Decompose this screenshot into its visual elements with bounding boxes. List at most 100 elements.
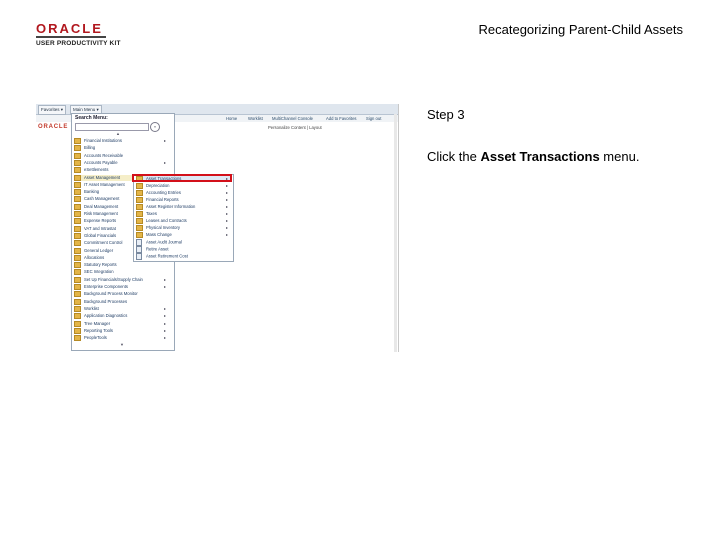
- search-menu-input[interactable]: [75, 123, 149, 131]
- menu-item-label: Financial Institutions: [84, 138, 122, 144]
- menu-item-label: Statutory Reports: [84, 262, 117, 268]
- asset-management-submenu: Asset Transactions ▸ Depreciation ▸ Accounti…: [133, 174, 234, 262]
- submenu-item[interactable]: Depreciation ▸: [136, 183, 231, 189]
- menu-item[interactable]: PeopleTools ▸: [74, 335, 170, 342]
- menu-item-label: Allocations: [84, 254, 105, 260]
- menu-item[interactable]: Worklist ▸: [74, 305, 170, 312]
- submenu-item[interactable]: Asset Retirement Cost: [136, 253, 231, 260]
- menu-item[interactable]: Billing: [74, 145, 170, 152]
- folder-icon: [136, 225, 143, 231]
- menu-item-label: Background Processes: [84, 298, 128, 304]
- folder-icon: [136, 190, 143, 196]
- menu-item[interactable]: Set Up Financials/Supply Chain ▸: [74, 276, 170, 283]
- scroll-down-icon[interactable]: ▼: [120, 342, 124, 347]
- submenu-item-label: Accounting Entries: [146, 190, 181, 196]
- personalize-links[interactable]: Personalize Content | Layout: [268, 125, 322, 130]
- folder-icon: [136, 232, 143, 238]
- app-oracle-logo: ORACLE: [38, 124, 69, 130]
- chevron-right-icon: ▸: [225, 197, 228, 202]
- step-instruction: Click the Asset Transactions menu.: [427, 149, 639, 164]
- folder-icon: [74, 276, 81, 283]
- menu-item-label: Application Diagnostics: [84, 313, 128, 319]
- menu-item[interactable]: Tree Manager ▸: [74, 320, 170, 327]
- sign-out-link[interactable]: Sign out: [366, 115, 381, 122]
- menu-item[interactable]: Accounts Receivable: [74, 152, 170, 159]
- folder-icon: [74, 313, 81, 320]
- menu-item-label: Background Process Monitor: [84, 291, 138, 297]
- folder-icon: [74, 174, 81, 181]
- logo-divider: [36, 36, 106, 38]
- submenu-item[interactable]: Mass Change ▸: [136, 232, 231, 238]
- submenu-item[interactable]: Financial Reports ▸: [136, 197, 231, 203]
- folder-icon: [74, 284, 81, 290]
- page-scrollbar[interactable]: [394, 114, 397, 352]
- chevron-right-icon: ▸: [225, 232, 228, 237]
- chevron-right-icon: ▸: [163, 320, 166, 326]
- submenu-item[interactable]: Accounting Entries ▸: [136, 190, 231, 196]
- menu-item-label: Commitment Control: [84, 240, 123, 246]
- instruction-suffix: menu.: [599, 149, 640, 164]
- chevron-right-icon: ▸: [225, 183, 228, 188]
- menu-item[interactable]: eSettlements: [74, 167, 170, 174]
- menu-item[interactable]: Enterprise Components ▸: [74, 284, 170, 290]
- menu-item-label: SEC Integration: [84, 269, 114, 275]
- menu-item-label: Cash Management: [84, 196, 120, 202]
- chevron-right-icon: ▸: [163, 305, 166, 311]
- folder-icon: [74, 305, 81, 312]
- chevron-right-icon: ▸: [163, 138, 166, 143]
- search-go-icon[interactable]: »: [150, 122, 160, 132]
- menu-item[interactable]: Financial Institutions ▸: [74, 138, 170, 144]
- multichannel-console-link[interactable]: MultiChannel Console: [272, 115, 313, 122]
- page-icon: [136, 253, 142, 260]
- folder-icon: [74, 254, 81, 261]
- menu-item[interactable]: Statutory Reports: [74, 262, 170, 269]
- submenu-item-label: Physical Inventory: [146, 225, 180, 231]
- menu-item[interactable]: Reporting Tools ▸: [74, 327, 170, 334]
- submenu-item[interactable]: Asset Register Information ▸: [136, 204, 231, 210]
- home-link[interactable]: Home: [226, 115, 237, 122]
- scroll-up-icon[interactable]: ▲: [116, 131, 120, 136]
- folder-icon: [74, 196, 81, 203]
- menu-item-label: Accounts Receivable: [84, 152, 124, 158]
- menu-item-label: Accounts Payable: [84, 160, 118, 165]
- favorites-tab[interactable]: Favorites ▾: [38, 105, 67, 115]
- menu-item-label: PeopleTools: [84, 335, 107, 341]
- menu-item[interactable]: Application Diagnostics ▸: [74, 313, 170, 320]
- submenu-item-label: Asset Register Information: [146, 204, 196, 210]
- menu-item[interactable]: Background Processes: [74, 298, 170, 305]
- menu-item-label: Deal Management: [84, 203, 119, 209]
- instruction-prefix: Click the: [427, 149, 481, 164]
- folder-icon: [74, 189, 81, 196]
- folder-icon: [74, 247, 81, 254]
- folder-icon: [74, 138, 81, 144]
- menu-item-label: Banking: [84, 189, 100, 195]
- menu-item[interactable]: Background Process Monitor: [74, 291, 170, 298]
- application-screenshot: Favorites ▾ Main Menu ▾ Home Worklist Mu…: [36, 104, 399, 352]
- folder-icon: [136, 197, 143, 203]
- folder-icon: [74, 152, 81, 159]
- submenu-item-label: Taxes: [146, 211, 157, 217]
- menu-item-label: Enterprise Components: [84, 284, 128, 290]
- chevron-right-icon: ▸: [225, 204, 228, 209]
- submenu-item[interactable]: Physical Inventory ▸: [136, 225, 231, 231]
- folder-icon: [74, 159, 81, 166]
- menu-item-label: Tree Manager: [84, 320, 111, 326]
- menu-item-label: Asset Management: [84, 174, 121, 180]
- menu-item-label: Reporting Tools: [84, 327, 114, 333]
- submenu-item-label: Retire Asset: [146, 246, 169, 252]
- chevron-right-icon: ▸: [225, 225, 228, 230]
- submenu-item[interactable]: Leases and Contracts ▸: [136, 218, 231, 224]
- worklist-link[interactable]: Worklist: [248, 115, 263, 122]
- submenu-item[interactable]: Asset Audit Journal: [136, 239, 231, 246]
- submenu-item[interactable]: Taxes ▸: [136, 211, 231, 217]
- chevron-right-icon: ▸: [163, 327, 166, 333]
- folder-icon: [74, 203, 81, 210]
- add-to-favorites-link[interactable]: Add to Favorites: [326, 115, 357, 122]
- chevron-right-icon: ▸: [225, 218, 228, 223]
- menu-item[interactable]: Accounts Payable ▸: [74, 159, 170, 166]
- submenu-item-label: Asset Retirement Cost: [146, 253, 188, 259]
- folder-icon: [74, 145, 81, 152]
- menu-item[interactable]: SEC Integration: [74, 269, 170, 276]
- main-menu-tab-label: Main Menu: [73, 107, 96, 112]
- submenu-item[interactable]: Retire Asset: [136, 246, 231, 253]
